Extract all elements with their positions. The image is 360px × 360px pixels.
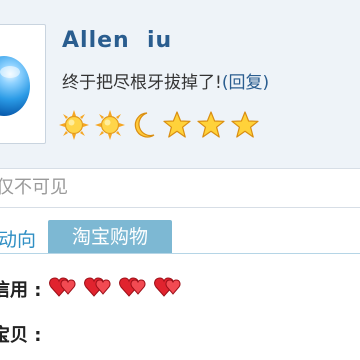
sun-icon [59, 110, 89, 140]
heart-icon [49, 277, 76, 297]
tab-activity[interactable]: 动向 [0, 225, 36, 252]
username[interactable]: Allen iu [62, 28, 172, 53]
reply-link[interactable]: (回复) [222, 73, 269, 93]
moon-icon [134, 112, 155, 138]
items-label: 宝贝 : [0, 325, 42, 346]
star-icon [163, 111, 191, 138]
tab-taobao-shopping[interactable]: 淘宝购物 [48, 220, 172, 254]
star-icon [231, 111, 259, 138]
rank-icons [58, 108, 260, 142]
credit-icons [46, 272, 183, 302]
profile-page: Allen iu 终于把尽根牙拔掉了!(回复) 仅不可见 动向 淘宝购物 信用 … [0, 0, 360, 360]
visibility-note: 仅不可见 [0, 177, 68, 198]
heart-icon [154, 277, 181, 297]
status-message: 终于把尽根牙拔掉了!(回复) [62, 68, 269, 93]
star-icon [197, 111, 225, 138]
heart-icon [84, 277, 111, 297]
status-text: 终于把尽根牙拔掉了! [62, 73, 222, 93]
credit-label: 信用 : [0, 280, 42, 301]
heart-icon [119, 277, 146, 297]
sun-icon [95, 110, 125, 140]
tab-underline [0, 253, 360, 254]
profile-card: Allen iu 终于把尽根牙拔掉了!(回复) [0, 0, 360, 168]
divider [0, 207, 360, 208]
divider [0, 168, 360, 169]
